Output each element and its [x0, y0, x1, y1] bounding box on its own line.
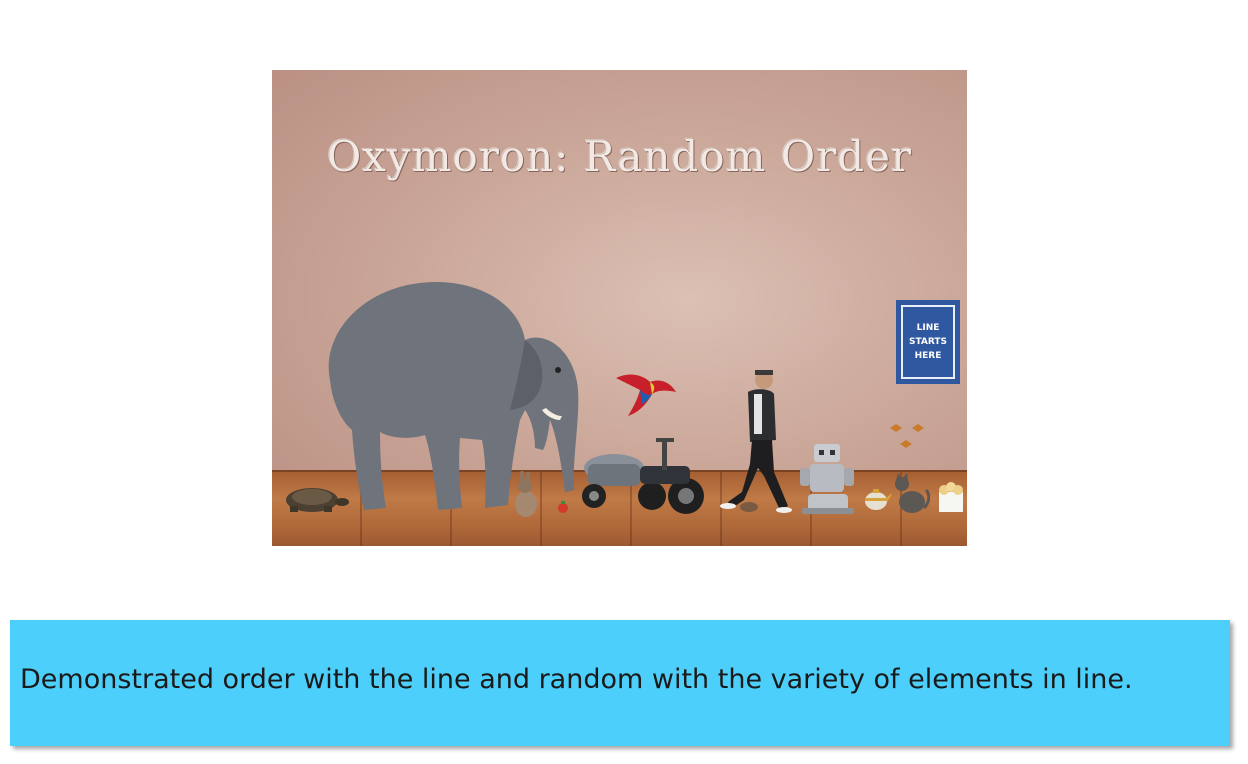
robot-icon [800, 444, 854, 514]
rabbit-icon [515, 471, 537, 517]
turtle-icon [286, 488, 349, 512]
line-starts-here-sign: LINE STARTS HERE [896, 300, 960, 384]
strawberry-icon [558, 501, 568, 513]
walking-man-icon [720, 370, 792, 513]
image-title: Oxymoron: Random Order [326, 132, 913, 181]
cat-icon [895, 473, 930, 513]
motorcycle-sidecar-icon [582, 438, 704, 514]
teapot-icon [865, 489, 892, 510]
caption-bar: Demonstrated order with the line and ran… [10, 620, 1230, 746]
caption-text: Demonstrated order with the line and ran… [20, 664, 1133, 695]
mouse-icon [740, 502, 758, 512]
sign-text: LINE STARTS HERE [908, 323, 948, 361]
parrot-icon [616, 374, 676, 416]
oxymoron-image: Oxymoron: Random Order LINE STARTS HERE [272, 70, 967, 546]
butterflies-icon [890, 424, 924, 448]
popcorn-icon [939, 482, 963, 512]
